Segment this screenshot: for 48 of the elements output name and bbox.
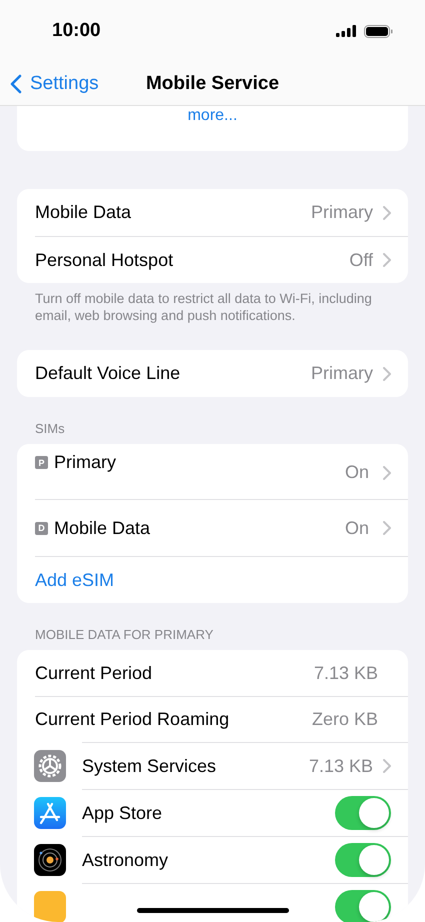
row-label: Current Period	[35, 662, 154, 684]
screen-title: Mobile Service	[146, 72, 280, 94]
more-link[interactable]: more...	[188, 107, 238, 125]
orbit-icon	[34, 844, 66, 876]
section-header: MOBILE DATA FOR PRIMARY	[34, 627, 214, 644]
back-button[interactable]: Settings	[0, 72, 99, 94]
row-label: Primary	[54, 452, 116, 473]
row-value: Zero KB	[312, 709, 378, 730]
row-value: On	[344, 518, 369, 538]
settings-row[interactable]: Default Voice Line Primary	[17, 350, 408, 397]
sim-badge: P	[35, 456, 48, 469]
row-label: Mobile Data	[35, 202, 132, 223]
row-label: Current Period Roaming	[35, 709, 230, 730]
app-store-icon	[34, 796, 66, 828]
status-time: 10:00	[52, 20, 101, 42]
sim-row[interactable]: D Mobile Data On	[17, 499, 408, 556]
row-value: 7.13 KB	[308, 756, 373, 776]
row-label: App Store	[82, 802, 164, 824]
battery-icon	[364, 24, 393, 38]
section-footer: Turn off mobile data to restrict all data to Wi-Fi, including email, web browsing and push notifications.	[17, 283, 408, 324]
row-label: System Services	[82, 756, 218, 776]
row-label: Mobile Data	[54, 518, 150, 538]
row-value: Primary	[311, 202, 373, 223]
settings-row[interactable]: Mobile Data Primary	[17, 189, 408, 236]
row-value: On	[344, 462, 369, 483]
chevron-icon	[10, 74, 22, 94]
toggle-switch[interactable]	[335, 843, 391, 877]
row-value: Primary	[311, 363, 373, 384]
settings-row[interactable]: Personal Hotspot Off	[17, 236, 408, 283]
chevron-icon	[383, 521, 391, 535]
row-label: Personal Hotspot	[35, 250, 174, 270]
row-value: Off	[349, 250, 373, 270]
sim-badge: D	[35, 522, 48, 534]
row-value: 7.13 KB	[314, 662, 378, 684]
row-label: Default Voice Line	[35, 363, 182, 384]
chevron-icon	[383, 466, 391, 480]
chevron-icon	[383, 366, 391, 380]
chevron-icon	[383, 253, 391, 267]
add-esim-link[interactable]: Add eSIM	[35, 570, 114, 590]
gear-icon	[34, 750, 66, 782]
chevron-icon	[383, 759, 391, 773]
section-header: SIMs	[34, 421, 66, 438]
toggle-switch[interactable]	[335, 890, 391, 922]
signal-icon	[336, 25, 356, 37]
sim-row[interactable]: P Primary On	[17, 444, 408, 499]
toggle-switch[interactable]	[335, 796, 391, 830]
row-label: Astronomy	[82, 850, 170, 870]
chevron-icon	[383, 206, 391, 220]
